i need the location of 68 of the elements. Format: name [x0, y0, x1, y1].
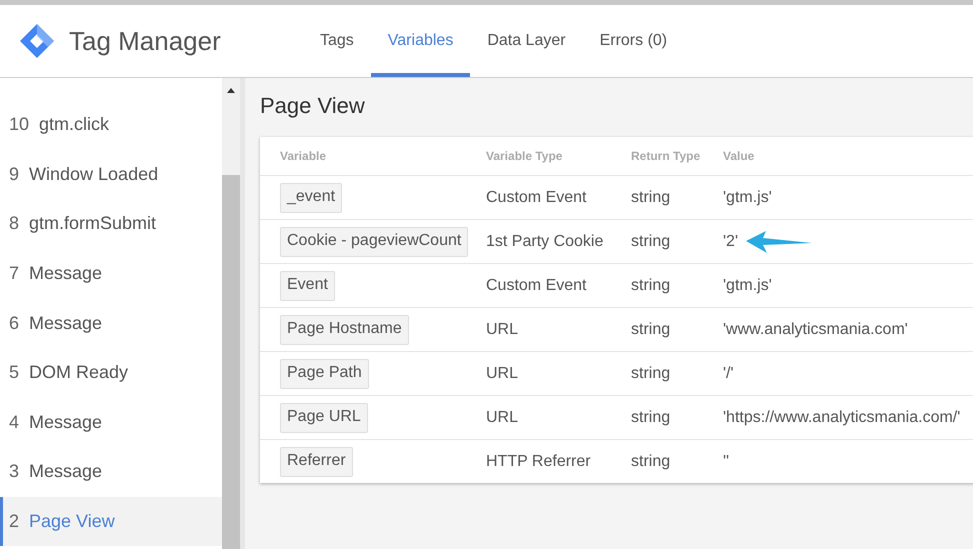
variable-name: Referrer — [280, 446, 353, 476]
event-number: 7 — [9, 263, 20, 284]
event-number: 3 — [9, 461, 20, 482]
table-cell: Custom Event — [486, 276, 586, 294]
event-name: Page View — [29, 511, 115, 532]
table-cell: Custom Event — [486, 188, 586, 206]
scrollbar-thumb[interactable] — [222, 175, 240, 549]
tab[interactable]: Tags — [303, 5, 371, 77]
event-number: 9 — [9, 164, 20, 185]
event-name: gtm.formSubmit — [29, 213, 156, 234]
value-text: 'https://www.analyticsmania.com/' — [723, 408, 960, 426]
event-number: 6 — [9, 312, 20, 334]
event-item[interactable]: 5 DOM Ready — [0, 348, 222, 398]
variable-name: Page Path — [280, 358, 369, 388]
column-header: Variable — [280, 149, 326, 163]
value-text: 'gtm.js' — [723, 276, 772, 294]
table-cell: string — [631, 452, 670, 470]
tab[interactable]: Errors (0) — [582, 5, 684, 77]
app-title: Tag Manager — [69, 26, 221, 56]
event-item[interactable]: 3 Message — [0, 447, 222, 497]
tab[interactable]: Data Layer — [470, 5, 583, 77]
table-cell: string — [631, 408, 670, 426]
event-item[interactable]: 9 Window Loaded — [0, 150, 222, 200]
event-name: Window Loaded — [29, 164, 158, 185]
event-item[interactable]: 2 Page View — [0, 496, 222, 546]
value-text: 'gtm.js' — [723, 188, 772, 206]
variable-name: Page URL — [280, 402, 368, 432]
value-text: '2' — [723, 232, 738, 250]
table-cell: URL — [486, 408, 518, 426]
event-number: 4 — [9, 412, 20, 433]
tab[interactable]: Variables — [370, 5, 470, 77]
panel-title: Page View — [260, 93, 366, 119]
event-name: Message — [29, 263, 102, 284]
table-cell: string — [631, 364, 670, 382]
column-header: Value — [723, 149, 754, 163]
event-item[interactable]: 8 gtm.formSubmit — [0, 199, 222, 249]
table-cell: string — [631, 232, 670, 250]
column-header: Return Type — [631, 149, 700, 163]
event-name: Message — [29, 312, 102, 334]
value-text: '' — [723, 452, 730, 470]
event-name: gtm.click — [39, 114, 110, 136]
event-item[interactable]: 6 Message — [0, 298, 222, 348]
event-item[interactable]: 10 gtm.click — [0, 100, 222, 150]
variable-name: Page Hostname — [280, 314, 409, 344]
event-item[interactable]: 4 Message — [0, 398, 222, 448]
table-cell: 1st Party Cookie — [486, 232, 604, 250]
event-number: 5 — [9, 362, 20, 384]
event-number: 10 — [9, 114, 30, 136]
column-header: Variable Type — [486, 149, 562, 163]
table-cell: string — [631, 320, 670, 338]
value-text: 'www.analyticsmania.com' — [723, 320, 908, 338]
table-cell: URL — [486, 364, 518, 382]
table-cell: string — [631, 276, 670, 294]
variable-name: _event — [280, 182, 342, 212]
variable-name: Event — [280, 270, 335, 300]
scroll-up-arrow-icon[interactable] — [227, 88, 235, 93]
scrollbar[interactable] — [222, 78, 240, 549]
table-cell: string — [631, 188, 670, 206]
table-cell: URL — [486, 320, 518, 338]
event-name: Message — [29, 412, 102, 433]
event-item[interactable]: 7 Message — [0, 248, 222, 298]
value-text: '/' — [723, 364, 734, 382]
event-name: DOM Ready — [29, 362, 128, 384]
variable-name: Cookie - pageviewCount — [280, 226, 468, 256]
event-number: 8 — [9, 213, 20, 234]
event-name: Message — [29, 461, 102, 482]
event-number: 2 — [9, 511, 20, 532]
table-cell: HTTP Referrer — [486, 452, 591, 470]
